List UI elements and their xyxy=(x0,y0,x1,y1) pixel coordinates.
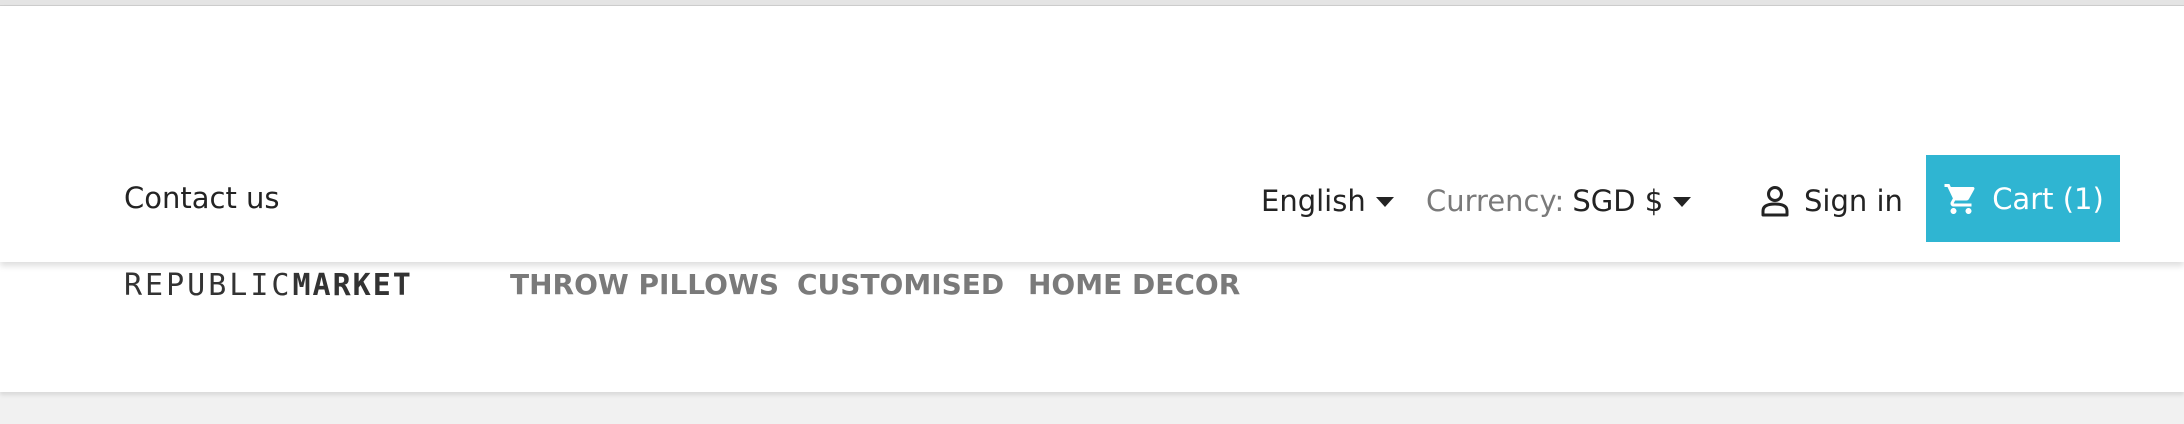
sign-in-label: Sign in xyxy=(1804,184,1903,218)
cart-button[interactable]: Cart (1) xyxy=(1926,155,2120,242)
user-icon xyxy=(1761,186,1789,217)
page: Contact us English Currency: SGD $ Sign … xyxy=(0,0,2184,424)
currency-selector[interactable]: Currency: SGD $ xyxy=(1426,181,1692,221)
caret-down-icon xyxy=(1375,197,1394,207)
caret-down-icon xyxy=(1673,197,1692,207)
shopping-cart-icon xyxy=(1944,183,1975,214)
logo-text-republic: REPUBLIC xyxy=(124,267,293,303)
contact-us-link[interactable]: Contact us xyxy=(124,178,280,218)
logo-text-market: MARKET xyxy=(292,267,413,303)
menu-item-throw-pillows[interactable]: THROW PILLOWS xyxy=(510,266,779,304)
menu-item-customised[interactable]: CUSTOMISED xyxy=(797,266,1004,304)
currency-selected: SGD $ xyxy=(1572,184,1664,218)
language-selector[interactable]: English xyxy=(1261,181,1394,221)
site-logo[interactable]: REPUBLIC MARKET xyxy=(124,266,412,304)
menu-item-home-decor[interactable]: HOME DECOR xyxy=(1028,266,1240,304)
language-selected: English xyxy=(1261,184,1366,218)
cart-label: Cart (1) xyxy=(1992,181,2104,216)
header-nav: Contact us English Currency: SGD $ Sign … xyxy=(0,6,2184,262)
currency-label: Currency: xyxy=(1426,184,1565,218)
sign-in-link[interactable]: Sign in xyxy=(1760,181,1903,221)
